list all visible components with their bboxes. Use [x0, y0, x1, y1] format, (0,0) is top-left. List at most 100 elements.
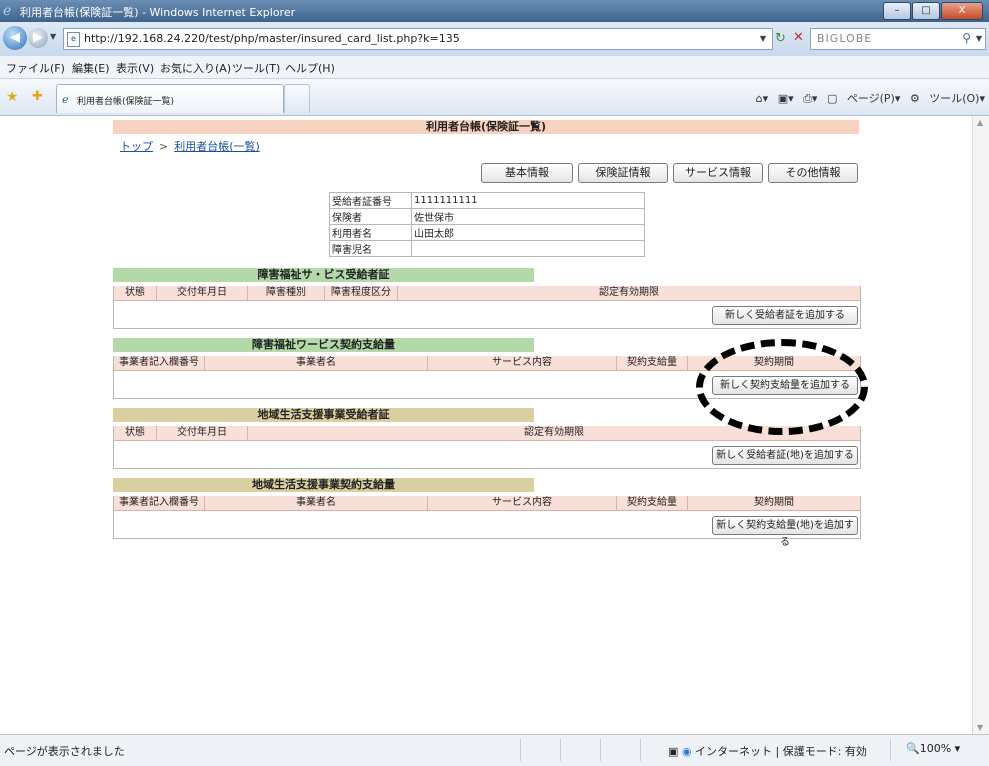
column-header: 交付年月日: [157, 426, 248, 440]
breadcrumb: トップ > 利用者台帳(一覧): [120, 138, 260, 154]
info-row-user-name: 利用者名 山田太郎: [329, 224, 645, 241]
table-header-row: 事業者記入欄番号 事業者名 サービス内容 契約支給量 契約期間: [114, 496, 860, 511]
address-dropdown-icon[interactable]: ▼: [760, 34, 766, 43]
stop-icon[interactable]: ✕: [793, 30, 804, 45]
minimize-button[interactable]: –: [883, 2, 911, 20]
column-header: 契約支給量: [617, 356, 688, 370]
column-header: サービス内容: [428, 496, 617, 510]
column-header: 障害種別: [248, 286, 325, 300]
add-community-contract-button[interactable]: 新しく契約支給量(地)を追加する: [712, 516, 858, 548]
search-dropdown-icon[interactable]: ▼: [976, 34, 982, 43]
menu-edit[interactable]: 編集(E): [72, 60, 110, 76]
address-toolbar: ◀ ▶ ▼ e http://192.168.24.220/test/php/m…: [0, 22, 989, 56]
column-header: 状態: [114, 426, 157, 440]
menu-tools[interactable]: ツール(T): [232, 60, 280, 76]
tools-menu[interactable]: ⚙ ツール(O)▾: [910, 92, 985, 105]
tab-basic-info[interactable]: 基本情報: [481, 163, 573, 183]
section-title-community-contract: 地域生活支援事業契約支給量: [113, 478, 534, 492]
forward-button[interactable]: ▶: [28, 28, 48, 48]
security-zone[interactable]: ▣ ◉ インターネット | 保護モード: 有効: [668, 743, 867, 759]
add-community-certificate-button[interactable]: 新しく受給者証(地)を追加する: [712, 446, 858, 465]
search-icon[interactable]: ⚲: [962, 31, 971, 45]
status-divider: [520, 739, 521, 761]
column-header: 事業者記入欄番号: [114, 356, 205, 370]
history-dropdown-icon[interactable]: ▼: [50, 32, 56, 41]
print-icon[interactable]: ⎙▾: [803, 92, 817, 105]
home-icon[interactable]: ⌂▾: [756, 92, 769, 105]
new-tab-button[interactable]: [284, 84, 310, 113]
zoom-control[interactable]: 🔍100% ▾: [906, 742, 960, 755]
tab-other-info[interactable]: その他情報: [768, 163, 858, 183]
status-divider: [560, 739, 561, 761]
info-row-child-name: 障害児名: [329, 240, 645, 257]
column-header: 状態: [114, 286, 157, 300]
favorites-star-icon[interactable]: ★: [6, 89, 19, 105]
breadcrumb-current-link[interactable]: 利用者台帳(一覧): [174, 140, 260, 153]
add-favorites-icon[interactable]: ✚: [32, 89, 43, 104]
window-title: 利用者台帳(保険証一覧) - Windows Internet Explorer: [20, 6, 296, 19]
menu-file[interactable]: ファイル(F): [6, 60, 65, 76]
breadcrumb-top-link[interactable]: トップ: [120, 140, 153, 153]
refresh-icon[interactable]: ↻: [775, 31, 786, 46]
column-header: 事業者名: [205, 496, 428, 510]
column-header: 契約支給量: [617, 496, 688, 510]
tab-current[interactable]: ℯ 利用者台帳(保険証一覧): [56, 84, 284, 113]
zoom-level: 100%: [919, 742, 952, 755]
vertical-scrollbar[interactable]: ▲ ▼: [972, 116, 989, 734]
section-title-welfare-certificate: 障害福祉サ・ビス受給者証: [113, 268, 534, 282]
column-header: 交付年月日: [157, 286, 248, 300]
recipient-info-table: 受給者証番号 1111111111 保険者 佐世保市 利用者名 山田太郎 障害児名: [329, 192, 645, 257]
column-header: 障害程度区分: [325, 286, 398, 300]
section-welfare-certificate: 状態 交付年月日 障害種別 障害程度区分 認定有効期限 新しく受給者証を追加する: [113, 286, 861, 329]
window-controls: – □ X: [883, 2, 983, 20]
column-header: サービス内容: [428, 356, 617, 370]
tab-insurance-info[interactable]: 保険証情報: [578, 163, 668, 183]
menu-favorites[interactable]: お気に入り(A): [160, 60, 231, 76]
security-icon: ▣: [668, 745, 679, 758]
status-divider: [640, 739, 641, 761]
highlight-callout: [696, 339, 868, 435]
scroll-down-icon[interactable]: ▼: [977, 723, 983, 732]
status-bar: ページが表示されました ▣ ◉ インターネット | 保護モード: 有効 🔍100…: [0, 734, 989, 766]
section-title-welfare-contract: 障害福祉ワービス契約支給量: [113, 338, 534, 352]
section-title-community-certificate: 地域生活支援事業受給者証: [113, 408, 534, 422]
section-community-contract: 事業者記入欄番号 事業者名 サービス内容 契約支給量 契約期間 新しく契約支給量…: [113, 496, 861, 548]
tab-label: 利用者台帳(保険証一覧): [77, 97, 175, 107]
scroll-up-icon[interactable]: ▲: [977, 118, 983, 127]
info-row-certificate-number: 受給者証番号 1111111111: [329, 192, 645, 209]
search-input[interactable]: BIGLOBE ⚲ ▼: [810, 28, 986, 50]
menu-help[interactable]: ヘルプ(H): [285, 60, 335, 76]
add-certificate-button[interactable]: 新しく受給者証を追加する: [712, 306, 858, 325]
breadcrumb-separator: >: [159, 140, 169, 153]
menu-bar: ファイル(F) 編集(E) 表示(V) お気に入り(A) ツール(T) ヘルプ(…: [0, 56, 989, 79]
page-menu[interactable]: ▢ ページ(P)▾: [827, 92, 900, 105]
url-text[interactable]: http://192.168.24.220/test/php/master/in…: [84, 32, 460, 45]
page-viewport: 利用者台帳(保険証一覧) トップ > 利用者台帳(一覧) 基本情報 保険証情報 サー…: [0, 116, 972, 734]
menu-view[interactable]: 表示(V): [116, 60, 154, 76]
section-community-certificate: 状態 交付年月日 認定有効期限 新しく受給者証(地)を追加する: [113, 426, 861, 469]
command-bar: ⌂▾ ▣▾ ⎙▾ ▢ ページ(P)▾ ⚙ ツール(O)▾: [750, 90, 985, 106]
column-header: 事業者名: [205, 356, 428, 370]
ie-logo-icon: ℯ: [3, 3, 12, 19]
maximize-button[interactable]: □: [912, 2, 940, 20]
search-provider: BIGLOBE: [817, 32, 873, 45]
security-zone-text: インターネット | 保護モード: 有効: [695, 745, 867, 758]
close-button[interactable]: X: [941, 2, 983, 20]
page-title: 利用者台帳(保険証一覧): [113, 120, 859, 134]
tab-service-info[interactable]: サービス情報: [673, 163, 763, 183]
window-titlebar: ℯ 利用者台帳(保険証一覧) - Windows Internet Explor…: [0, 0, 989, 22]
column-header: 認定有効期限: [599, 287, 659, 298]
tab-page-icon: ℯ: [62, 93, 69, 106]
page-icon: e: [67, 32, 80, 47]
table-header-row: 状態 交付年月日 障害種別 障害程度区分 認定有効期限: [114, 286, 860, 301]
info-row-insurer: 保険者 佐世保市: [329, 208, 645, 225]
address-input[interactable]: e http://192.168.24.220/test/php/master/…: [63, 28, 773, 50]
feeds-icon[interactable]: ▣▾: [778, 92, 794, 105]
favorites-bar: ★ ✚ ℯ 利用者台帳(保険証一覧) ⌂▾ ▣▾ ⎙▾ ▢ ページ(P)▾ ⚙ …: [0, 79, 989, 116]
column-header: 事業者記入欄番号: [114, 496, 205, 510]
status-divider: [600, 739, 601, 761]
back-button[interactable]: ◀: [3, 26, 27, 50]
globe-icon: ◉: [681, 745, 692, 758]
column-header: 契約期間: [754, 497, 794, 508]
status-divider: [890, 739, 891, 761]
